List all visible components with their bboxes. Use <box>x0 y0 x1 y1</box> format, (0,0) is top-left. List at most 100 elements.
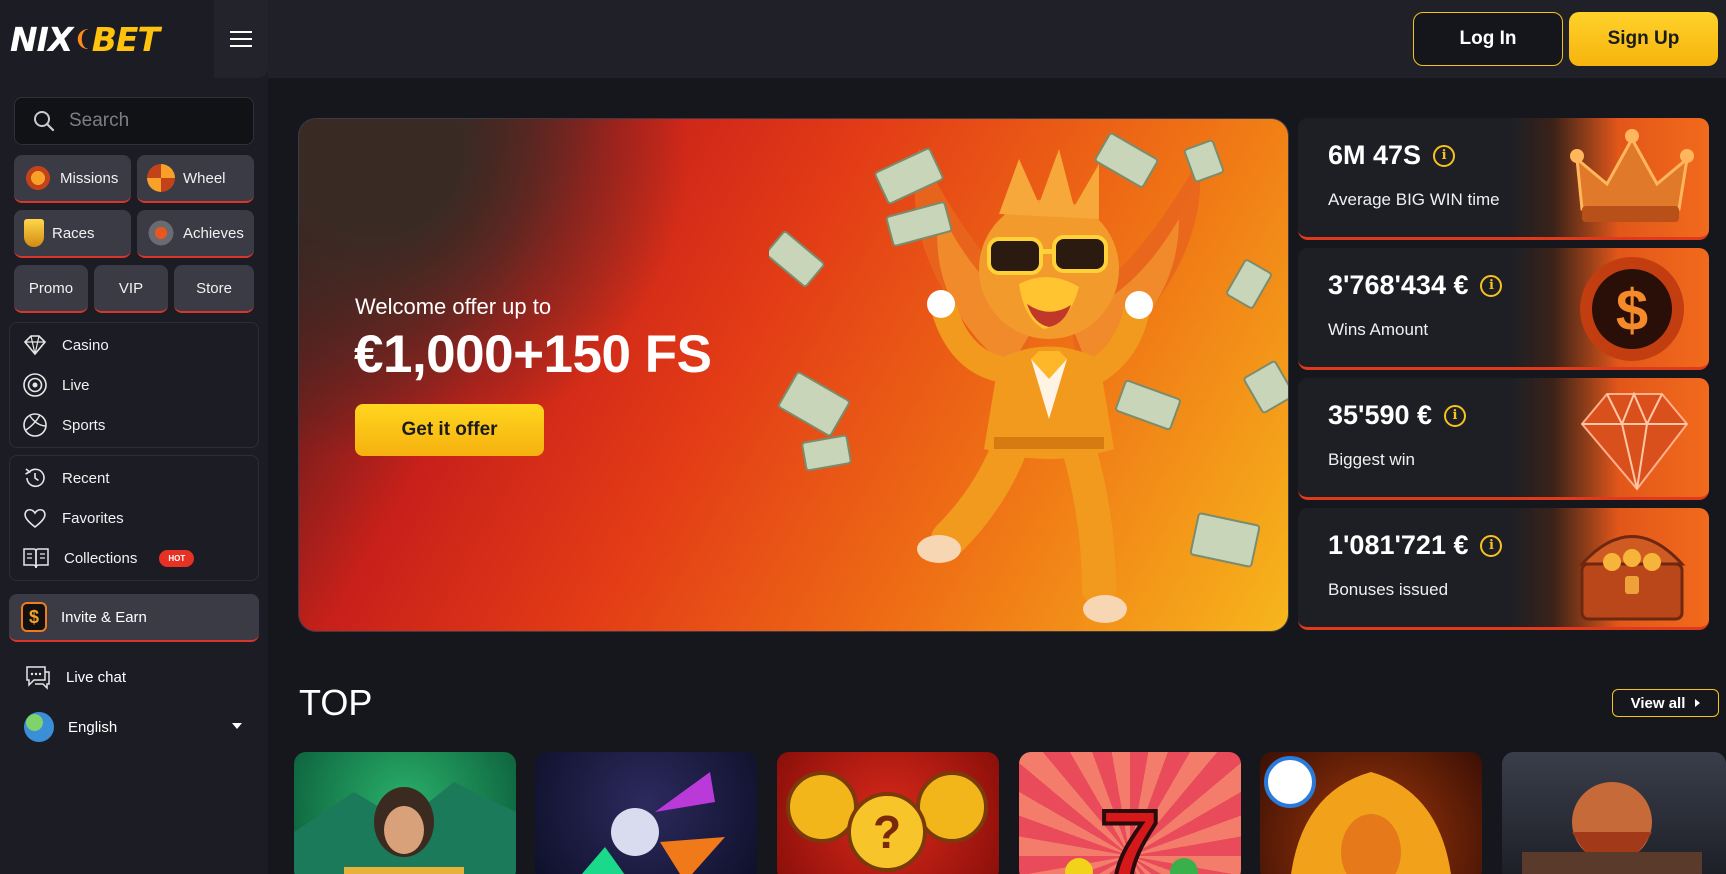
live-chat-button[interactable]: Live chat <box>24 664 126 690</box>
info-icon[interactable]: i <box>1433 144 1456 167</box>
signup-button[interactable]: Sign Up <box>1569 12 1718 66</box>
stat-label: Bonuses issued <box>1328 580 1449 599</box>
game-card[interactable] <box>1502 752 1726 874</box>
nav-item-live[interactable]: Live <box>10 365 258 405</box>
vip-label: VIP <box>118 279 144 297</box>
store-label: Store <box>196 279 232 297</box>
stat-label: Average BIG WIN time <box>1328 190 1500 209</box>
view-all-label: View all <box>1630 694 1686 712</box>
search-input[interactable] <box>69 110 239 132</box>
missions-button[interactable]: Missions <box>14 155 131 203</box>
store-button[interactable]: Store <box>174 265 254 313</box>
achieves-label: Achieves <box>183 224 244 242</box>
flame-icon: ❨ <box>73 26 91 52</box>
achieves-button[interactable]: Achieves <box>137 210 254 258</box>
stat-value: 3'768'434 € <box>1328 270 1469 300</box>
crown-icon <box>1570 129 1694 222</box>
wheel-icon <box>147 164 175 192</box>
missions-icon <box>24 164 52 192</box>
races-label: Races <box>52 224 95 242</box>
promo-label: Promo <box>28 279 74 297</box>
nav-item-sports[interactable]: Sports <box>10 405 258 445</box>
trophy-icon <box>24 219 44 247</box>
vip-button[interactable]: VIP <box>94 265 168 313</box>
svg-text:?: ? <box>873 806 901 858</box>
chat-icon <box>26 666 50 690</box>
nav-label-collections: Collections <box>64 549 138 567</box>
nav-label-sports: Sports <box>62 416 106 434</box>
menu-toggle-button[interactable] <box>214 0 268 78</box>
game-card[interactable] <box>535 752 757 874</box>
stat-value-row: 6M 47S i <box>1328 140 1456 171</box>
search-bar[interactable] <box>14 97 254 145</box>
nav-item-collections[interactable]: Collections HOT <box>10 538 258 578</box>
brand-logo[interactable]: NIX ❨ BET <box>10 19 160 59</box>
personal-nav: Recent Favorites Collections HOT <box>9 455 259 581</box>
nav-item-recent[interactable]: Recent <box>10 458 258 498</box>
game-card[interactable]: 7 <box>1019 752 1241 874</box>
game-thumbnail <box>1522 782 1702 874</box>
races-button[interactable]: Races <box>14 210 131 258</box>
game-card[interactable] <box>294 752 516 874</box>
stat-card-wins-amount: 3'768'434 € i Wins Amount $ <box>1298 248 1709 370</box>
chevron-down-icon[interactable] <box>232 723 242 729</box>
sports-icon <box>23 413 47 437</box>
banner-subtitle: Welcome offer up to <box>355 294 552 319</box>
live-chat-label: Live chat <box>66 668 127 686</box>
game-thumbnail: 7 <box>1065 786 1198 874</box>
stat-value: 1'081'721 € <box>1328 530 1469 560</box>
chest-icon <box>1578 535 1686 621</box>
nav-label-recent: Recent <box>62 469 110 487</box>
phoenix-mascot-illustration <box>769 132 1288 623</box>
sidebar: NIX ❨ BET Missions Wheel Races Achieves … <box>0 0 268 874</box>
stat-card-big-win-time: 6M 47S i Average BIG WIN time <box>1298 118 1709 240</box>
book-icon <box>23 548 49 569</box>
game-thumbnail <box>581 772 725 874</box>
language-label: English <box>68 718 118 736</box>
section-title-top: TOP <box>299 682 373 723</box>
invite-earn-label: Invite & Earn <box>61 608 147 626</box>
invite-earn-button[interactable]: $ Invite & Earn <box>9 594 259 642</box>
info-icon[interactable]: i <box>1444 404 1467 427</box>
wheel-button[interactable]: Wheel <box>137 155 254 203</box>
history-icon <box>25 468 45 488</box>
view-all-button[interactable]: View all <box>1612 689 1719 717</box>
search-icon <box>34 111 55 132</box>
game-thumbnail <box>294 782 516 874</box>
stat-value: 6M 47S <box>1328 140 1422 170</box>
nav-item-favorites[interactable]: Favorites <box>10 498 258 538</box>
medal-icon <box>147 219 175 247</box>
heart-icon <box>24 508 46 529</box>
main-nav: Casino Live Sports <box>9 322 259 448</box>
stat-card-bonuses-issued: 1'081'721 € i Bonuses issued <box>1298 508 1709 630</box>
dollar-icon: $ <box>21 602 47 632</box>
info-icon[interactable]: i <box>1480 534 1503 557</box>
nav-item-casino[interactable]: Casino <box>10 325 258 365</box>
game-thumbnail <box>1264 756 1451 874</box>
hamburger-icon <box>230 31 252 47</box>
login-button[interactable]: Log In <box>1413 12 1563 66</box>
promo-button[interactable]: Promo <box>14 265 88 313</box>
nav-label-casino: Casino <box>62 336 109 354</box>
gem-icon <box>1580 391 1689 491</box>
stat-value-row: 3'768'434 € i <box>1328 270 1503 301</box>
logo-text-bet: BET <box>91 19 160 59</box>
nav-label-live: Live <box>62 376 90 394</box>
get-offer-button[interactable]: Get it offer <box>355 404 544 456</box>
promo-banner[interactable]: Welcome offer up to €1,000+150 FS Get it… <box>298 118 1289 632</box>
banner-title: €1,000+150 FS <box>354 325 712 384</box>
svg-text:7: 7 <box>1099 788 1160 874</box>
stat-card-biggest-win: 35'590 € i Biggest win <box>1298 378 1709 500</box>
coin-icon: $ <box>1580 257 1684 361</box>
wheel-label: Wheel <box>183 169 226 187</box>
live-icon <box>23 373 47 397</box>
stat-label: Biggest win <box>1328 450 1415 469</box>
chevron-right-icon <box>1695 699 1701 707</box>
language-selector[interactable]: English <box>24 712 117 742</box>
stat-label: Wins Amount <box>1328 320 1429 339</box>
hot-badge: HOT <box>159 549 195 567</box>
game-card[interactable]: ? <box>777 752 999 874</box>
info-icon[interactable]: i <box>1480 274 1503 297</box>
game-thumbnail: ? <box>786 771 988 872</box>
game-card[interactable] <box>1260 752 1482 874</box>
